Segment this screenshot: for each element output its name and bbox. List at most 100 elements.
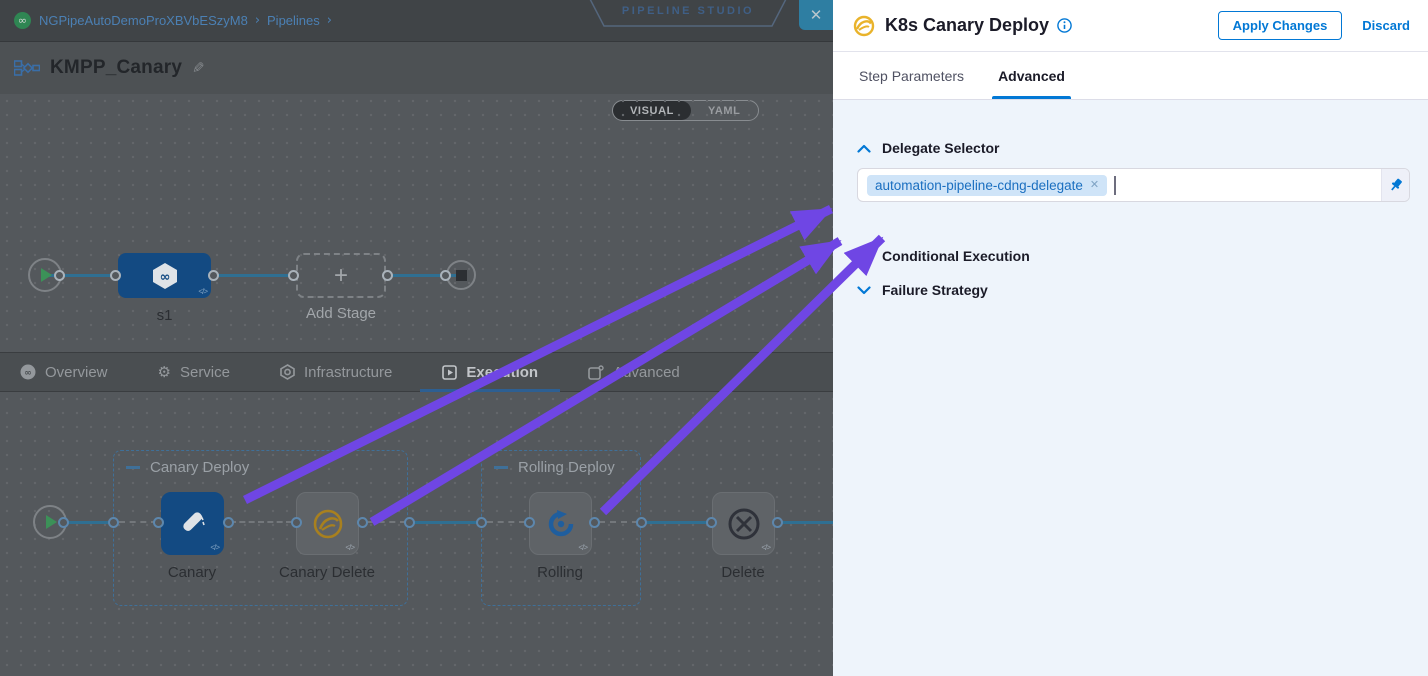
apply-changes-button[interactable]: Apply Changes	[1218, 11, 1343, 40]
project-icon: ∞	[14, 12, 31, 29]
pipeline-studio-badge: PIPELINE STUDIO	[588, 0, 788, 28]
tab-advanced[interactable]: Advanced	[584, 353, 684, 391]
panel-tabbar: Step Parameters Advanced	[833, 52, 1428, 100]
graph-port[interactable]	[524, 517, 535, 528]
step-group-canary-deploy[interactable]: Canary Deploy	[113, 450, 408, 606]
tab-step-parameters[interactable]: Step Parameters	[857, 52, 966, 99]
chevron-down-icon[interactable]	[857, 252, 871, 261]
connector-line	[647, 521, 708, 524]
discard-button[interactable]: Discard	[1362, 18, 1410, 33]
chevron-down-icon[interactable]	[857, 286, 871, 295]
graph-port[interactable]	[382, 270, 393, 281]
tab-execution[interactable]: Execution	[438, 353, 542, 391]
step-node-rolling[interactable]: </>	[529, 492, 592, 555]
graph-port[interactable]	[476, 517, 487, 528]
group-label: Rolling Deploy	[518, 459, 615, 476]
step-label: Delete	[673, 564, 813, 581]
pipeline-titlebar: KMPP_Canary ✎ VISUAL YAML	[0, 42, 833, 94]
advanced-icon	[588, 365, 604, 380]
graph-port[interactable]	[208, 270, 219, 281]
tab-overview[interactable]: ∞ Overview	[16, 353, 112, 391]
delegate-selector-section[interactable]: Delegate Selector	[857, 140, 1410, 156]
graph-port[interactable]	[223, 517, 234, 528]
group-label: Canary Deploy	[150, 459, 249, 476]
connector-dashed	[487, 521, 525, 523]
tab-service[interactable]: ⚙ Service	[154, 353, 234, 391]
chevron-up-icon[interactable]	[857, 144, 871, 153]
graph-port[interactable]	[636, 517, 647, 528]
graph-port[interactable]	[589, 517, 600, 528]
graph-port[interactable]	[291, 517, 302, 528]
rolling-step-icon	[545, 508, 577, 540]
delegate-selector-input[interactable]: automation-pipeline-cdng-delegate ✕	[857, 168, 1410, 202]
stage-node-s1[interactable]: ∞ </>	[118, 253, 211, 298]
connector-dashed	[230, 521, 292, 523]
tab-advanced[interactable]: Advanced	[996, 52, 1067, 99]
delete-step-icon	[727, 507, 761, 541]
code-icon: </>	[578, 543, 587, 552]
svg-text:∞: ∞	[159, 270, 170, 285]
conditional-execution-section[interactable]: Conditional Execution	[857, 248, 1410, 264]
close-icon[interactable]: ✕	[799, 0, 833, 30]
breadcrumb-project[interactable]: NGPipeAutoDemoProXBVbESzyM8	[39, 13, 248, 28]
step-node-delete[interactable]: </>	[712, 492, 775, 555]
connector-line	[67, 521, 113, 524]
deploy-stage-icon: ∞	[148, 261, 182, 291]
info-icon[interactable]	[1057, 18, 1072, 33]
connector-line	[414, 521, 477, 524]
add-stage-label: Add Stage	[281, 305, 401, 322]
connector-line	[211, 274, 296, 277]
graph-port[interactable]	[357, 517, 368, 528]
code-icon: </>	[345, 543, 354, 552]
graph-port[interactable]	[404, 517, 415, 528]
graph-port[interactable]	[772, 517, 783, 528]
failure-strategy-section[interactable]: Failure Strategy	[857, 282, 1410, 298]
step-node-canary-delete[interactable]: </>	[296, 492, 359, 555]
connector-dashed	[368, 521, 406, 523]
code-icon: </>	[761, 543, 770, 552]
pin-button[interactable]	[1381, 169, 1409, 201]
step-node-canary[interactable]: </>	[161, 492, 224, 555]
connector-dashed	[599, 521, 638, 523]
section-title: Failure Strategy	[882, 282, 988, 298]
breadcrumb-separator: ›	[327, 13, 332, 28]
section-title: Delegate Selector	[882, 140, 1000, 156]
execution-graph-canvas[interactable]: Canary Deploy Rolling Deploy	[0, 392, 833, 676]
delegate-tag[interactable]: automation-pipeline-cdng-delegate ✕	[867, 175, 1107, 196]
infrastructure-icon	[280, 364, 295, 380]
add-stage-button[interactable]: +	[296, 253, 386, 298]
connector-line	[781, 521, 833, 524]
studio-badge-label: PIPELINE STUDIO	[588, 5, 788, 17]
collapse-group-icon[interactable]	[126, 466, 140, 469]
graph-port[interactable]	[440, 270, 451, 281]
text-caret	[1114, 176, 1116, 195]
stage-graph-canvas[interactable]: ∞ </> s1 + Add Stage	[0, 94, 833, 352]
pipeline-studio-left-pane: ∞ NGPipeAutoDemoProXBVbESzyM8 › Pipeline…	[0, 0, 833, 676]
connector-dashed	[119, 521, 157, 523]
stage-tabbar: ∞ Overview ⚙ Service Infrastructure Exec…	[0, 352, 833, 392]
overview-icon: ∞	[20, 364, 36, 380]
graph-port[interactable]	[288, 270, 299, 281]
graph-port[interactable]	[54, 270, 65, 281]
graph-port[interactable]	[110, 270, 121, 281]
tab-infrastructure[interactable]: Infrastructure	[276, 353, 396, 391]
graph-port[interactable]	[706, 517, 717, 528]
step-label: Canary Delete	[257, 564, 397, 581]
play-icon	[46, 515, 57, 529]
pipeline-icon	[14, 60, 40, 76]
graph-port[interactable]	[153, 517, 164, 528]
edit-icon[interactable]: ✎	[192, 59, 205, 77]
breadcrumb-pipelines[interactable]: Pipelines	[267, 13, 320, 28]
canary-delete-icon	[312, 508, 344, 540]
code-icon: </>	[210, 543, 219, 552]
play-icon	[41, 268, 52, 282]
panel-body: Delegate Selector automation-pipeline-cd…	[833, 100, 1428, 298]
gear-icon: ⚙	[158, 363, 171, 381]
stage-label: s1	[118, 307, 211, 324]
section-title: Conditional Execution	[882, 248, 1030, 264]
graph-port[interactable]	[108, 517, 119, 528]
collapse-group-icon[interactable]	[494, 466, 508, 469]
remove-tag-icon[interactable]: ✕	[1090, 180, 1099, 191]
panel-title: K8s Canary Deploy	[885, 15, 1049, 36]
graph-port[interactable]	[58, 517, 69, 528]
